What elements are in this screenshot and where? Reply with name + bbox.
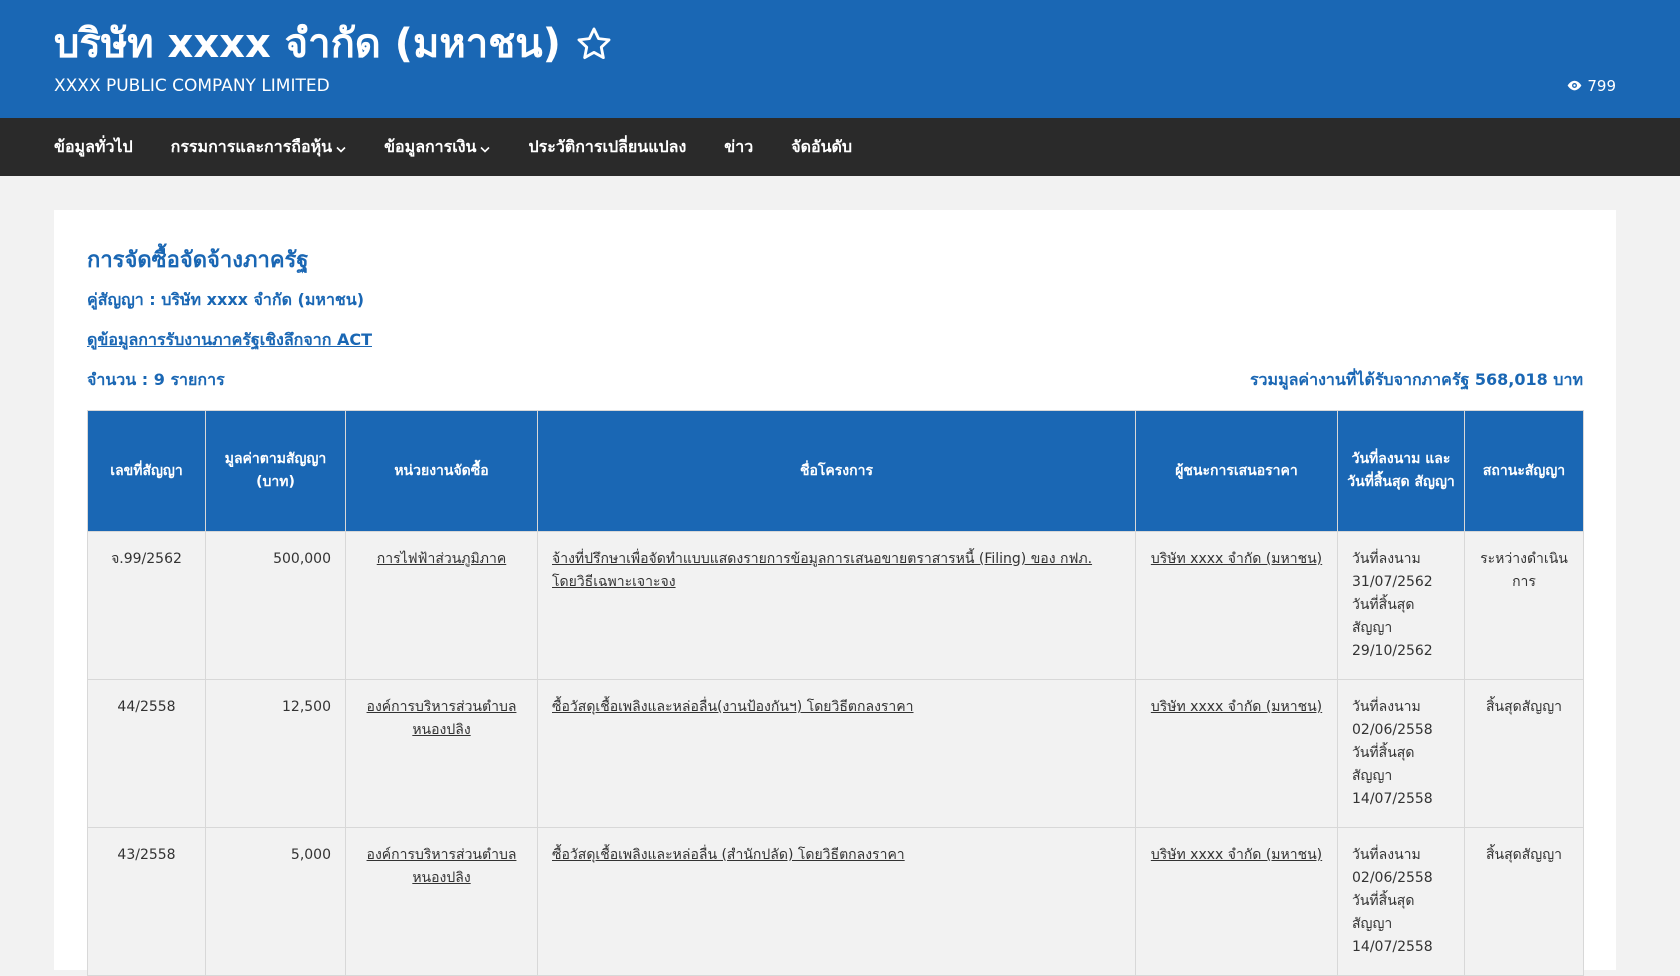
col-header-contract-no[interactable]: เลขที่สัญญา <box>87 410 206 532</box>
cell-dates: วันที่ลงนาม 02/06/2558 วันที่สิ้นสุดสัญญ… <box>1337 679 1465 828</box>
agency-link[interactable]: การไฟฟ้าส่วนภูมิภาค <box>377 551 506 567</box>
col-header-status[interactable]: สถานะสัญญา <box>1464 410 1584 532</box>
col-header-value[interactable]: มูลค่าตามสัญญา (บาท) <box>205 410 346 532</box>
nav-item-financial[interactable]: ข้อมูลการเงิน <box>384 135 491 160</box>
project-link[interactable]: ซื้อวัสดุเชื้อเพลิงและหล่อลื่น (สำนักปลั… <box>552 847 905 863</box>
cell-winner: บริษัท xxxx จำกัด (มหาชน) <box>1135 531 1338 680</box>
nav-label: ประวัติการเปลี่ยนแปลง <box>528 136 687 156</box>
main-nav: ข้อมูลทั่วไป กรรมการและการถือหุ้น ข้อมูล… <box>0 118 1680 176</box>
cell-project: ซื้อวัสดุเชื้อเพลิงและหล่อลื่น (สำนักปลั… <box>537 827 1136 976</box>
cell-status: ระหว่างดำเนินการ <box>1464 531 1584 680</box>
page-title: การจัดซื้อจัดจ้างภาครัฐ <box>87 248 309 273</box>
cell-agency: องค์การบริหารส่วนตำบลหนองปลิง <box>345 827 538 976</box>
nav-label: ข้อมูลทั่วไป <box>54 136 133 156</box>
cell-contract-no: 44/2558 <box>87 679 206 828</box>
cell-value: 12,500 <box>205 679 346 828</box>
cell-dates: วันที่ลงนาม 31/07/2562 วันที่สิ้นสุดสัญญ… <box>1337 531 1465 680</box>
star-icon[interactable] <box>575 25 613 63</box>
table-row: 43/2558 5,000 องค์การบริหารส่วนตำบลหนองป… <box>87 827 1584 976</box>
cell-contract-no: จ.99/2562 <box>87 531 206 680</box>
cell-agency: องค์การบริหารส่วนตำบลหนองปลิง <box>345 679 538 828</box>
cell-winner: บริษัท xxxx จำกัด (มหาชน) <box>1135 827 1338 976</box>
table-row: 44/2558 12,500 องค์การบริหารส่วนตำบลหนอง… <box>87 679 1584 828</box>
cell-status: สิ้นสุดสัญญา <box>1464 679 1584 828</box>
table-header-row: เลขที่สัญญา มูลค่าตามสัญญา (บาท) หน่วยงา… <box>87 410 1584 532</box>
company-title-row: บริษัท xxxx จำกัด (มหาชน) <box>54 18 613 70</box>
col-header-agency[interactable]: หน่วยงานจัดซื้อ <box>345 410 538 532</box>
company-header: บริษัท xxxx จำกัด (มหาชน) XXXX PUBLIC CO… <box>0 0 1680 118</box>
cell-status: สิ้นสุดสัญญา <box>1464 827 1584 976</box>
cell-contract-no: 43/2558 <box>87 827 206 976</box>
agency-link[interactable]: องค์การบริหารส่วนตำบลหนองปลิง <box>367 699 517 738</box>
cell-value: 500,000 <box>205 531 346 680</box>
col-header-dates[interactable]: วันที่ลงนาม และ วันที่สิ้นสุด สัญญา <box>1337 410 1465 532</box>
view-count: 799 <box>1566 77 1616 95</box>
contract-party: คู่สัญญา : บริษัท xxxx จำกัด (มหาชน) <box>87 290 365 309</box>
nav-label: ข้อมูลการเงิน <box>384 136 477 156</box>
company-subtitle: XXXX PUBLIC COMPANY LIMITED <box>54 76 330 96</box>
company-title: บริษัท xxxx จำกัด (มหาชน) <box>54 21 561 67</box>
nav-item-news[interactable]: ข่าว <box>724 135 753 160</box>
nav-label: กรรมการและการถือหุ้น <box>170 136 333 156</box>
cell-value: 5,000 <box>205 827 346 976</box>
nav-item-general[interactable]: ข้อมูลทั่วไป <box>54 135 133 160</box>
act-data-link[interactable]: ดูข้อมูลการรับงานภาครัฐเชิงลึกจาก ACT <box>87 328 372 353</box>
record-count: จำนวน : 9 รายการ <box>87 370 225 389</box>
cell-dates: วันที่ลงนาม 02/06/2558 วันที่สิ้นสุดสัญญ… <box>1337 827 1465 976</box>
contracts-table: เลขที่สัญญา มูลค่าตามสัญญา (บาท) หน่วยงา… <box>87 410 1584 976</box>
project-link[interactable]: ซื้อวัสดุเชื้อเพลิงและหล่อลื่น(งานป้องกั… <box>552 699 914 715</box>
cell-project: จ้างที่ปรึกษาเพื่อจัดทำแบบแสดงรายการข้อม… <box>537 531 1136 680</box>
nav-item-ranking[interactable]: จัดอันดับ <box>791 135 852 160</box>
col-header-project[interactable]: ชื่อโครงการ <box>537 410 1136 532</box>
project-link[interactable]: จ้างที่ปรึกษาเพื่อจัดทำแบบแสดงรายการข้อม… <box>552 551 1092 590</box>
col-header-winner[interactable]: ผู้ชนะการเสนอราคา <box>1135 410 1338 532</box>
nav-label: จัดอันดับ <box>791 136 853 156</box>
total-value: รวมมูลค่างานที่ได้รับจากภาครัฐ 568,018 บ… <box>1249 370 1583 389</box>
table-row: จ.99/2562 500,000 การไฟฟ้าส่วนภูมิภาค จ้… <box>87 531 1584 680</box>
winner-link[interactable]: บริษัท xxxx จำกัด (มหาชน) <box>1151 847 1322 863</box>
view-count-value: 799 <box>1587 77 1616 95</box>
cell-winner: บริษัท xxxx จำกัด (มหาชน) <box>1135 679 1338 828</box>
nav-label: ข่าว <box>724 136 754 156</box>
agency-link[interactable]: องค์การบริหารส่วนตำบลหนองปลิง <box>367 847 517 886</box>
nav-item-history[interactable]: ประวัติการเปลี่ยนแปลง <box>528 135 686 160</box>
eye-icon <box>1566 77 1583 95</box>
nav-item-directors[interactable]: กรรมการและการถือหุ้น <box>171 135 346 160</box>
chevron-down-icon <box>480 138 491 157</box>
chevron-down-icon <box>336 138 346 157</box>
procurement-card: การจัดซื้อจัดจ้างภาครัฐ คู่สัญญา : บริษั… <box>54 210 1616 976</box>
winner-link[interactable]: บริษัท xxxx จำกัด (มหาชน) <box>1151 699 1322 715</box>
cell-project: ซื้อวัสดุเชื้อเพลิงและหล่อลื่น(งานป้องกั… <box>537 679 1136 828</box>
winner-link[interactable]: บริษัท xxxx จำกัด (มหาชน) <box>1151 551 1322 567</box>
cell-agency: การไฟฟ้าส่วนภูมิภาค <box>345 531 538 680</box>
